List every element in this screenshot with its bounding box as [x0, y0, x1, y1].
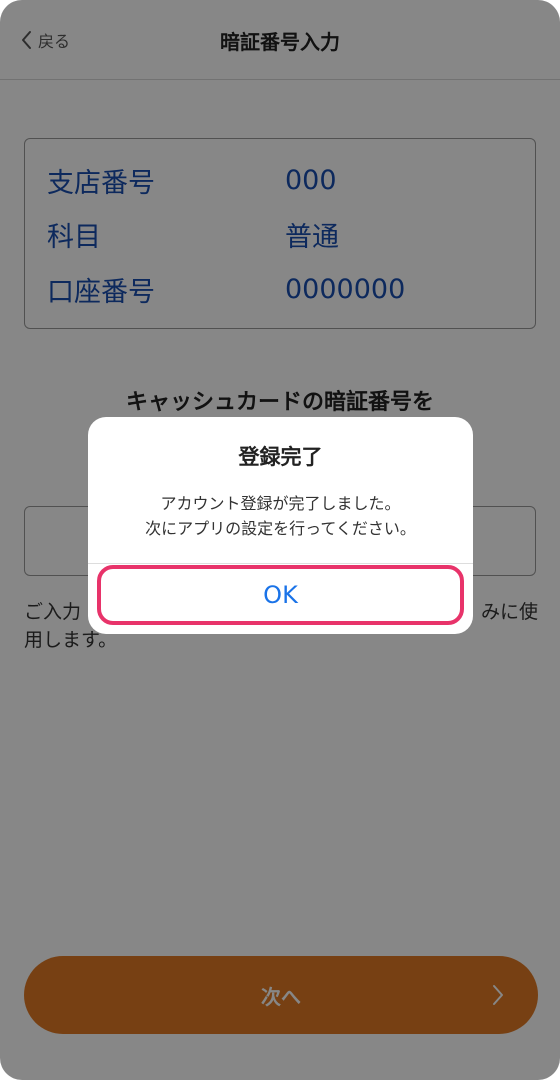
dialog-message: アカウント登録が完了しました。 次にアプリの設定を行ってください。 — [88, 491, 473, 541]
ok-button[interactable]: OK — [97, 565, 464, 625]
dialog-title: 登録完了 — [238, 445, 323, 469]
screen: 暗証番号入力 戻る 支店番号 000 科目 普通 口座番号 0000000 キャ… — [0, 0, 560, 1080]
dialog-divider — [88, 563, 473, 564]
dialog-message-line1: アカウント登録が完了しました。 — [160, 494, 401, 513]
registration-complete-dialog: 登録完了 アカウント登録が完了しました。 次にアプリの設定を行ってください。 O… — [88, 417, 473, 634]
ok-button-label: OK — [263, 581, 298, 609]
dialog-message-line2: 次にアプリの設定を行ってください。 — [145, 519, 416, 538]
